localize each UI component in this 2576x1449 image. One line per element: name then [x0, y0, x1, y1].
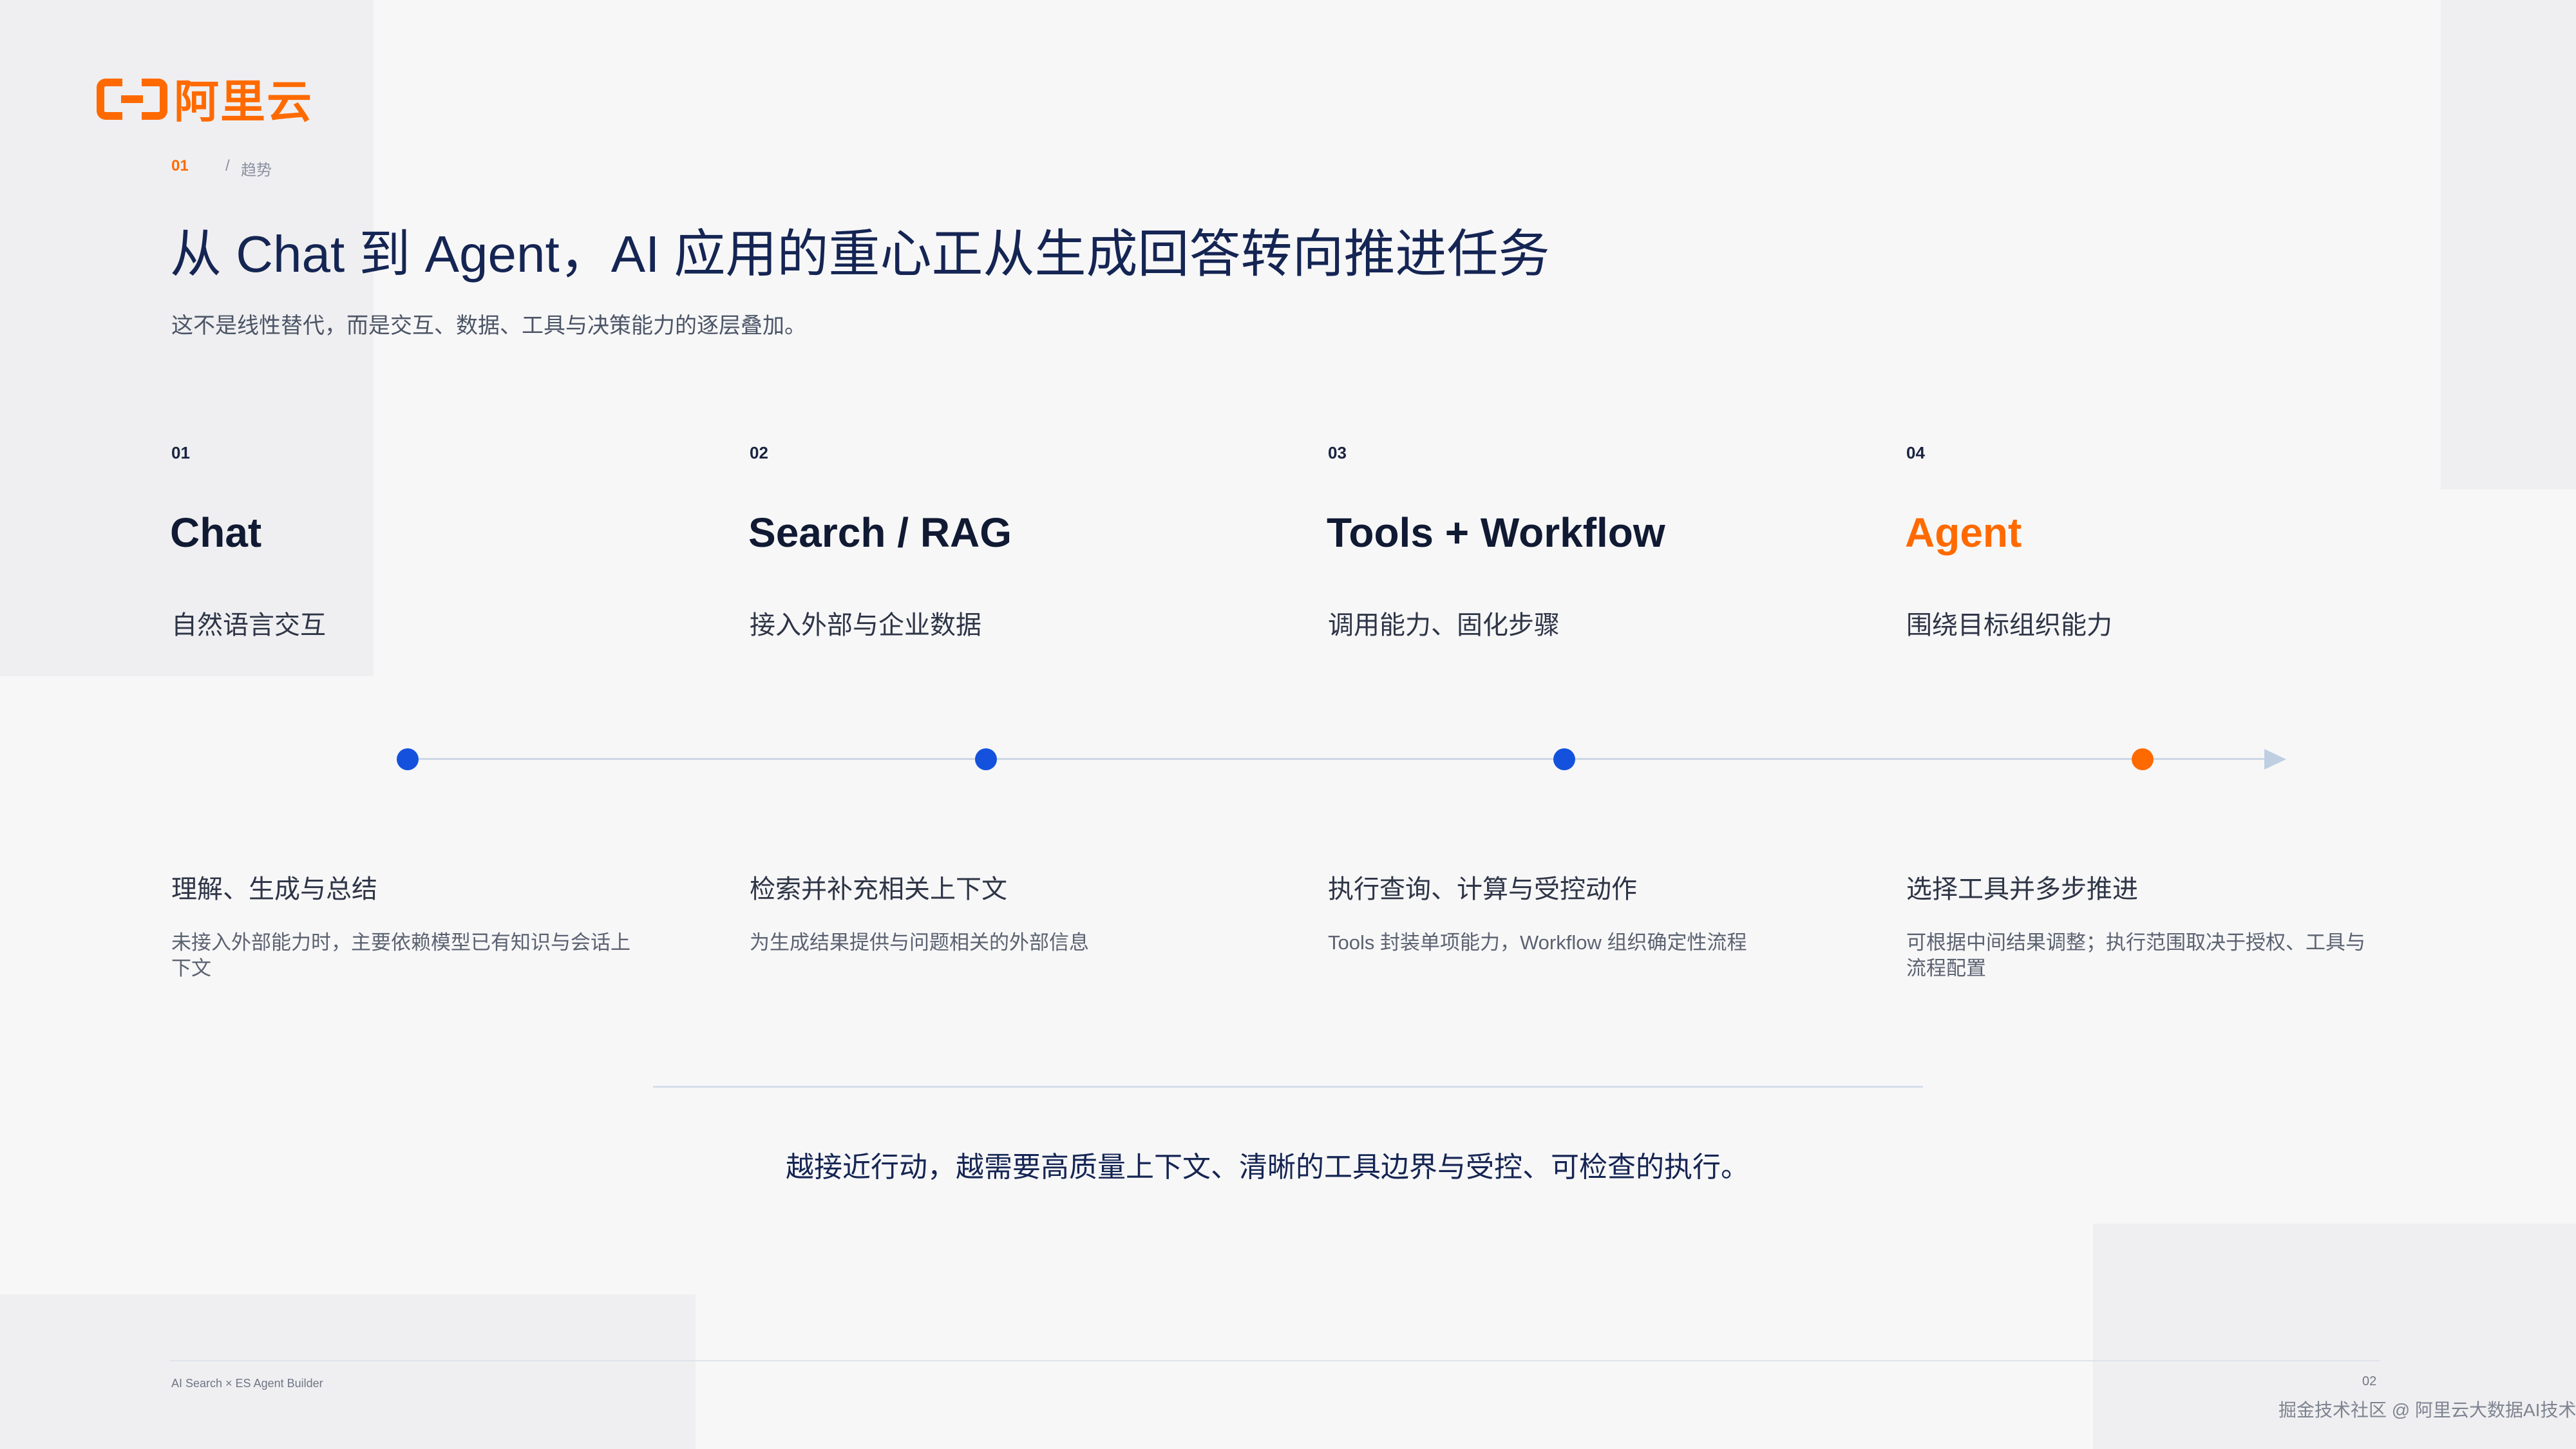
background-panel-right [2441, 0, 2576, 489]
footer-caption: AI Search × ES Agent Builder [171, 1377, 323, 1390]
step-number: 02 [750, 443, 768, 462]
aliyun-logo: 阿里云 [97, 76, 313, 128]
step-detail-heading: 执行查询、计算与受控动作 [1328, 875, 1637, 904]
summary-text: 越接近行动，越需要高质量上下文、清晰的工具边界与受控、可检查的执行。 [786, 1151, 1749, 1183]
step-detail-text: 未接入外部能力时，主要依赖模型已有知识与会话上下文 [171, 931, 630, 980]
aliyun-logo-icon [97, 79, 167, 125]
step-detail-heading: 选择工具并多步推进 [1906, 875, 2138, 904]
step-detail-text: 为生成结果提供与问题相关的外部信息 [750, 931, 1089, 954]
background-panel-bottom-left [0, 1294, 696, 1449]
page-subtitle: 这不是线性替代，而是交互、数据、工具与决策能力的逐层叠加。 [171, 314, 806, 338]
timeline-dot-agent [2132, 748, 2154, 770]
timeline-line [407, 758, 2275, 760]
step-title-tools-workflow: Tools + Workflow [1327, 509, 1665, 556]
timeline-arrow-icon [2264, 749, 2286, 770]
step-title-chat: Chat [170, 509, 262, 556]
timeline-dot-tools-workflow [1553, 748, 1575, 770]
timeline-dot-search-rag [975, 748, 997, 770]
step-detail-heading: 检索并补充相关上下文 [750, 875, 1007, 904]
step-description: 调用能力、固化步骤 [1328, 611, 1560, 640]
page-title: 从 Chat 到 Agent，AI 应用的重心正从生成回答转向推进任务 [170, 225, 1550, 283]
step-title-search-rag: Search / RAG [748, 509, 1012, 556]
logo-text: 阿里云 [174, 77, 313, 127]
step-detail-heading: 理解、生成与总结 [171, 875, 377, 904]
step-detail-text: Tools 封装单项能力，Workflow 组织确定性流程 [1328, 931, 1747, 954]
step-description: 接入外部与企业数据 [750, 611, 981, 640]
page-number: 02 [2362, 1374, 2377, 1388]
step-description: 自然语言交互 [171, 611, 326, 640]
summary-divider [653, 1086, 1923, 1088]
step-title-agent: Agent [1905, 509, 2022, 556]
timeline-dot-chat [397, 748, 419, 770]
breadcrumb-separator: / [225, 157, 230, 175]
step-number: 01 [171, 443, 190, 462]
section-number: 01 [171, 157, 189, 175]
step-description: 围绕目标组织能力 [1906, 611, 2112, 640]
step-number: 04 [1906, 443, 1925, 462]
watermark: 掘金技术社区 @ 阿里云大数据AI技术 [2278, 1400, 2576, 1420]
step-number: 03 [1328, 443, 1347, 462]
footer-divider [170, 1360, 2380, 1361]
section-label: 趋势 [241, 162, 272, 179]
step-detail-text: 可根据中间结果调整；执行范围取决于授权、工具与流程配置 [1906, 931, 2365, 980]
